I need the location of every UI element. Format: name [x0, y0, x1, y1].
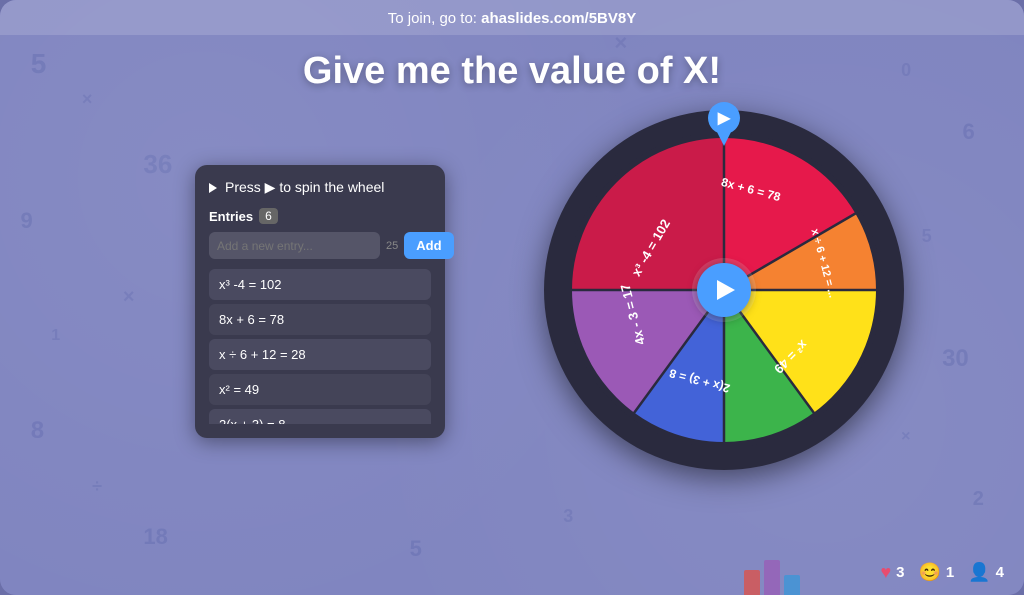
input-row: 25 Add	[209, 232, 431, 259]
svg-text:▶: ▶	[717, 110, 731, 127]
entries-count: 6	[259, 208, 278, 224]
entries-panel: Press ▶ to spin the wheel Entries 6 25 A…	[195, 165, 445, 438]
panel-header: Press ▶ to spin the wheel	[209, 179, 431, 196]
main-title: Give me the value of X!	[0, 50, 1024, 93]
entries-list[interactable]: x³ -4 = 102 8x + 6 = 78 x ÷ 6 + 12 = 28 …	[209, 269, 431, 424]
entries-row: Entries 6	[209, 208, 431, 224]
deco-bar-purple	[764, 560, 780, 595]
join-text: To join, go to:	[388, 10, 481, 27]
list-item: x² = 49	[209, 374, 431, 405]
screen: 5 × 9 1 8 ÷ 36 × 18 0 6 5 30 × 2 × 3 5 7…	[0, 0, 1024, 595]
deco-bar-red	[744, 570, 760, 595]
char-count: 25	[386, 240, 398, 252]
entries-label: Entries	[209, 209, 253, 224]
header-bar: To join, go to: ahaslides.com/5BV8Y	[0, 0, 1024, 35]
list-item: 8x + 6 = 78	[209, 304, 431, 335]
add-button[interactable]: Add	[404, 232, 453, 259]
join-url: ahaslides.com/5BV8Y	[481, 10, 636, 27]
participants-count: 4	[996, 564, 1004, 581]
hearts-item: ♥ 3	[880, 562, 904, 583]
play-icon-small	[209, 183, 217, 193]
list-item: 2(x + 3) = 8	[209, 409, 431, 424]
wheel-pointer: ▶	[706, 102, 742, 151]
deco-bar-blue	[784, 575, 800, 595]
spin-label: Press ▶ to spin the wheel	[225, 179, 384, 196]
hearts-count: 3	[896, 564, 904, 581]
heart-icon: ♥	[880, 562, 891, 583]
wheel-outer: ▶	[544, 110, 904, 470]
wheel-container: ▶	[544, 110, 904, 470]
list-item: x³ -4 = 102	[209, 269, 431, 300]
entry-input[interactable]	[209, 232, 380, 259]
play-triangle-icon	[717, 280, 735, 300]
participants-item: 👤 4	[968, 562, 1004, 583]
status-bar: ♥ 3 😊 1 👤 4	[880, 562, 1004, 583]
wheel-play-button[interactable]	[697, 263, 751, 317]
person-icon: 👤	[968, 562, 990, 583]
emoji-item: 😊 1	[918, 562, 954, 583]
emoji-icon: 😊	[918, 562, 940, 583]
list-item: x ÷ 6 + 12 = 28	[209, 339, 431, 370]
emoji-count: 1	[946, 564, 954, 581]
deco-bars	[744, 555, 824, 595]
